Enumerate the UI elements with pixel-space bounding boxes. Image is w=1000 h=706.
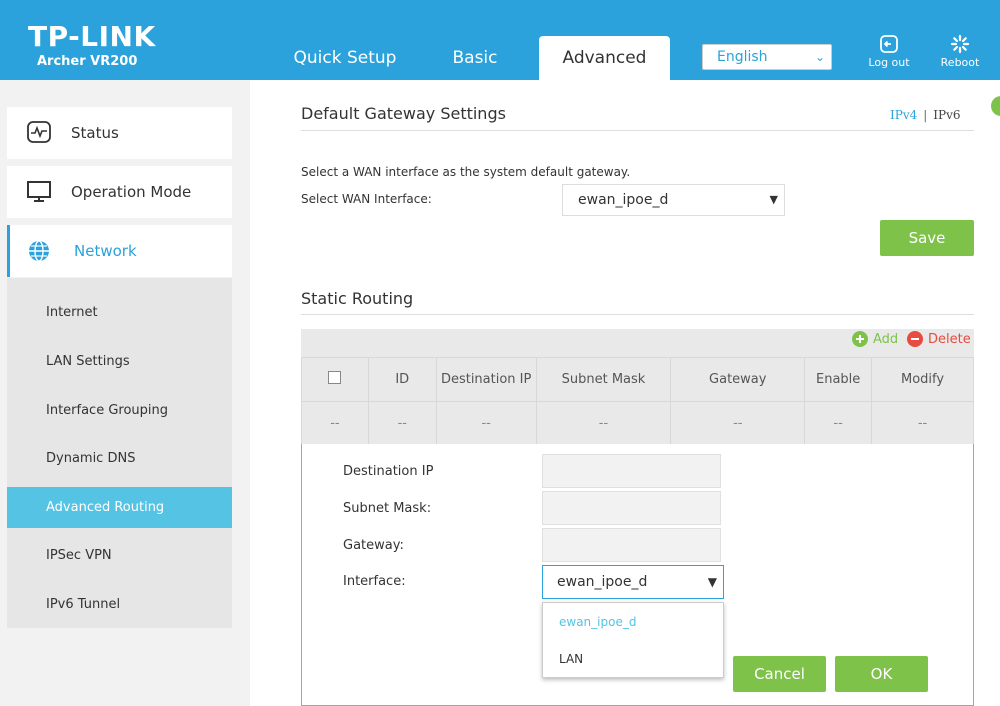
logout-label: Log out [868, 56, 910, 69]
submenu-item-ipv6-tunnel[interactable]: IPv6 Tunnel [7, 584, 232, 625]
subnet-mask-label: Subnet Mask: [343, 501, 432, 516]
table-cell: -- [435, 401, 537, 446]
sidebar-item-network[interactable]: Network [7, 225, 232, 277]
destination-ip-input[interactable] [542, 454, 721, 488]
table-cell: -- [367, 401, 437, 446]
submenu-item-ipsec-vpn[interactable]: IPSec VPN [7, 535, 232, 576]
reboot-button[interactable]: Reboot [934, 34, 986, 69]
gateway-section-title: Default Gateway Settings [301, 104, 506, 123]
delete-button[interactable]: Delete [907, 331, 971, 347]
sidebar-item-operation-mode[interactable]: Operation Mode [7, 166, 232, 218]
plus-icon [852, 331, 868, 347]
column-header: Modify [871, 357, 974, 402]
logout-button[interactable]: Log out [863, 34, 915, 69]
cancel-button[interactable]: Cancel [733, 656, 826, 692]
monitor-icon [27, 181, 51, 202]
select-all-cell [301, 357, 369, 402]
table-toolbar: Add Delete [301, 329, 974, 357]
ipv6-link[interactable]: IPv6 [933, 108, 960, 122]
interface-dropdown-list: ewan_ipoe_d LAN [542, 602, 724, 678]
logout-icon [880, 35, 898, 53]
minus-icon [907, 331, 923, 347]
gateway-description: Select a WAN interface as the system def… [301, 165, 631, 179]
sidebar-item-label: Operation Mode [71, 183, 192, 201]
subnet-mask-input[interactable] [542, 491, 721, 525]
reboot-icon [950, 34, 970, 54]
sidebar-item-label: Network [74, 242, 137, 260]
main-content: Default Gateway Settings IPv4 | IPv6 Selec… [250, 80, 1000, 706]
interface-label: Interface: [343, 574, 406, 589]
caret-down-icon: ▼ [769, 193, 778, 206]
table-row: -- -- -- -- -- -- -- [301, 401, 974, 446]
add-button[interactable]: Add [852, 331, 898, 347]
status-icon [27, 121, 51, 143]
language-select[interactable]: English ⌄ [702, 44, 832, 70]
sidebar-item-status[interactable]: Status [7, 107, 232, 159]
table-cell: -- [670, 401, 806, 446]
gateway-label: Gateway: [343, 538, 404, 553]
dropdown-option-lan[interactable]: LAN [559, 652, 583, 666]
ok-button[interactable]: OK [835, 656, 928, 692]
sidebar-item-label: Status [71, 124, 119, 142]
delete-label: Delete [928, 331, 971, 347]
submenu-item-dynamic-dns[interactable]: Dynamic DNS [7, 438, 232, 479]
interface-select[interactable]: ewan_ipoe_d ▼ [542, 565, 724, 599]
top-header: TP-LINK Archer VR200 Quick Setup Basic A… [0, 0, 1000, 80]
static-routing-table: ID Destination IP Subnet Mask Gateway En… [301, 357, 974, 446]
add-label: Add [873, 331, 899, 347]
submenu-item-internet[interactable]: Internet [7, 292, 232, 333]
interface-value: ewan_ipoe_d [557, 574, 648, 590]
select-all-checkbox[interactable] [328, 371, 342, 384]
submenu-item-advanced-routing[interactable]: Advanced Routing [7, 487, 232, 528]
table-cell: -- [301, 401, 369, 446]
column-header: ID [367, 357, 437, 402]
routing-section-title: Static Routing [301, 289, 414, 308]
table-cell: -- [535, 401, 672, 446]
globe-icon [29, 240, 49, 262]
save-button[interactable]: Save [880, 220, 974, 256]
tab-advanced[interactable]: Advanced [539, 36, 670, 80]
ipv-separator: | [923, 108, 928, 122]
ip-version-switch: IPv4 | IPv6 [890, 108, 961, 122]
divider [301, 314, 974, 315]
sidebar: Status Operation Mode Network Internet L… [0, 80, 250, 706]
dropdown-option-ewan-ipoe-d[interactable]: ewan_ipoe_d [559, 615, 636, 629]
wan-interface-select[interactable]: ewan_ipoe_d ▼ [562, 184, 785, 216]
caret-down-icon: ▼ [707, 575, 717, 589]
tab-basic[interactable]: Basic [420, 36, 530, 80]
reboot-label: Reboot [940, 56, 980, 69]
table-cell: -- [804, 401, 873, 446]
table-header-row: ID Destination IP Subnet Mask Gateway En… [301, 357, 974, 402]
gateway-input[interactable] [542, 528, 721, 562]
submenu-item-lan-settings[interactable]: LAN Settings [7, 341, 232, 382]
destination-ip-label: Destination IP [343, 464, 434, 479]
column-header: Destination IP [435, 357, 537, 402]
wan-interface-value: ewan_ipoe_d [578, 192, 669, 208]
language-value: English [717, 49, 768, 65]
column-header: Subnet Mask [535, 357, 672, 402]
model-name: Archer VR200 [37, 54, 138, 69]
column-header: Gateway [670, 357, 806, 402]
divider [301, 130, 974, 131]
wan-interface-label: Select WAN Interface: [301, 192, 432, 206]
tp-link-logo: TP-LINK [28, 20, 156, 53]
submenu-item-interface-grouping[interactable]: Interface Grouping [7, 390, 232, 431]
network-submenu: Internet LAN Settings Interface Grouping… [7, 278, 232, 628]
chevron-down-icon: ⌄ [814, 50, 825, 64]
ipv4-link[interactable]: IPv4 [890, 108, 917, 122]
tab-quick-setup[interactable]: Quick Setup [280, 36, 410, 80]
column-header: Enable [804, 357, 873, 402]
table-cell: -- [871, 401, 974, 446]
